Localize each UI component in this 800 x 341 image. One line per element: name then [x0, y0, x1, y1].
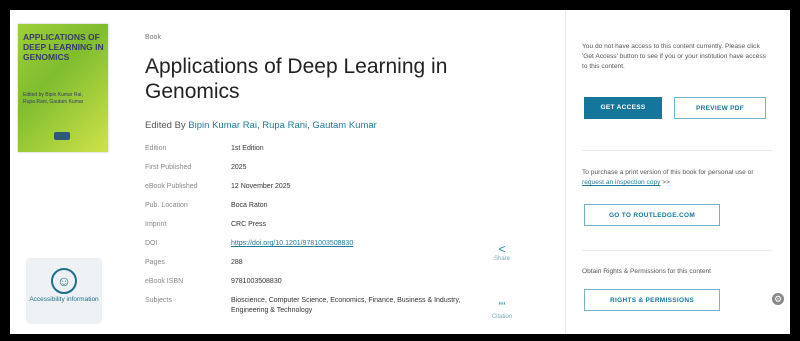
- citation-label: Citation: [491, 314, 513, 320]
- publisher-logo: [54, 132, 70, 140]
- page-frame: APPLICATIONS OF DEEP LEARNING IN GENOMIC…: [10, 10, 790, 334]
- editors-links[interactable]: Bipin Kumar Rai, Rupa Rani, Gautam Kumar: [188, 120, 377, 131]
- share-icon: <: [498, 242, 506, 256]
- preview-pdf-button[interactable]: PREVIEW PDF: [674, 97, 766, 119]
- detail-label: Imprint: [145, 221, 167, 228]
- detail-row: eBook Published 12 November 2025: [145, 182, 475, 201]
- detail-row: Imprint CRC Press: [145, 220, 475, 239]
- citation-button[interactable]: ““ Citation: [482, 300, 522, 320]
- book-details: Edition 1st Edition First Published 2025…: [145, 144, 475, 326]
- share-button[interactable]: < Share: [482, 242, 522, 262]
- editors-line: Edited By Bipin Kumar Rai, Rupa Rani, Ga…: [145, 120, 377, 131]
- get-access-button[interactable]: GET ACCESS: [584, 97, 662, 119]
- detail-value: 1st Edition: [231, 145, 264, 152]
- detail-value: 2025: [231, 164, 247, 171]
- content-type: Book: [145, 34, 161, 41]
- routledge-button[interactable]: GO TO ROUTLEDGE.COM: [584, 204, 720, 226]
- detail-row: Pub. Location Boca Raton: [145, 201, 475, 220]
- detail-row: eBook ISBN 9781003508830: [145, 277, 475, 296]
- detail-value: 288: [231, 259, 243, 266]
- column-divider: [565, 10, 566, 334]
- detail-row: DOI https://doi.org/10.1201/978100350883…: [145, 239, 475, 258]
- inspection-copy-link[interactable]: request an inspection copy: [582, 179, 660, 186]
- detail-label: eBook ISBN: [145, 278, 184, 285]
- cover-subtitle: Edited by Bipin Kumar Rai, Rupa Rani, Ga…: [23, 92, 84, 105]
- section-divider: [582, 150, 772, 151]
- print-text: To purchase a print version of this book…: [582, 169, 754, 176]
- print-notice: To purchase a print version of this book…: [582, 168, 772, 188]
- detail-row: Pages 288: [145, 258, 475, 277]
- detail-label: Edition: [145, 145, 167, 152]
- access-notice: You do not have access to this content c…: [582, 43, 766, 70]
- detail-value: Boca Raton: [231, 202, 268, 209]
- rights-notice: Obtain Rights & Permissions for this con…: [582, 268, 711, 275]
- detail-label: DOI: [145, 240, 158, 247]
- rights-permissions-button[interactable]: RIGHTS & PERMISSIONS: [584, 289, 720, 311]
- cover-title: APPLICATIONS OF DEEP LEARNING IN GENOMIC…: [23, 32, 104, 62]
- detail-label: Subjects: [145, 297, 172, 304]
- page-title: Applications of Deep Learning in Genomic…: [145, 55, 448, 103]
- detail-value: Bioscience, Computer Science, Economics,…: [231, 297, 461, 314]
- quote-icon: ““: [498, 301, 506, 312]
- detail-label: First Published: [145, 164, 192, 171]
- accessibility-label: Accessibility information: [29, 296, 99, 303]
- section-divider: [582, 250, 772, 251]
- share-label: Share: [493, 256, 510, 262]
- gear-icon[interactable]: ⚙: [772, 293, 784, 305]
- detail-value: CRC Press: [231, 221, 267, 228]
- detail-value: 9781003508830: [231, 278, 282, 285]
- print-arrow: >>: [662, 179, 670, 186]
- detail-value: 12 November 2025: [231, 183, 291, 190]
- detail-row: Subjects Bioscience, Computer Science, E…: [145, 296, 475, 326]
- detail-label: eBook Published: [145, 183, 198, 190]
- detail-row: First Published 2025: [145, 163, 475, 182]
- detail-label: Pages: [145, 259, 165, 266]
- detail-label: Pub. Location: [145, 202, 188, 209]
- editors-prefix: Edited By: [145, 120, 186, 131]
- accessibility-icon: ☺: [51, 268, 77, 294]
- doi-link[interactable]: https://doi.org/10.1201/9781003508830: [231, 239, 475, 258]
- detail-row: Edition 1st Edition: [145, 144, 475, 163]
- book-cover[interactable]: APPLICATIONS OF DEEP LEARNING IN GENOMIC…: [18, 24, 108, 152]
- accessibility-info-button[interactable]: ☺ Accessibility information: [26, 258, 102, 324]
